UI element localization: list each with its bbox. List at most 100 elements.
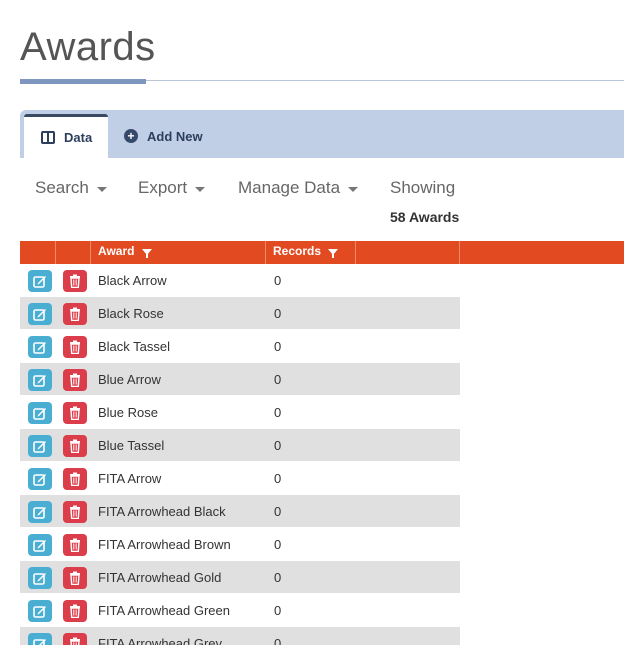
edit-icon — [33, 538, 47, 552]
records-cell: 0 — [274, 273, 282, 288]
delete-button[interactable] — [63, 402, 87, 424]
edit-button[interactable] — [28, 567, 52, 589]
chevron-down-icon — [348, 187, 359, 192]
edit-icon — [33, 439, 47, 453]
edit-icon — [33, 505, 47, 519]
edit-button[interactable] — [28, 534, 52, 556]
edit-button[interactable] — [28, 600, 52, 622]
table-body: Black Arrow 0 Black Rose 0 Black Tassel 0 Blue… — [20, 264, 624, 645]
table-row: FITA Arrowhead Brown 0 — [20, 528, 460, 561]
delete-button[interactable] — [63, 303, 87, 325]
edit-button[interactable] — [28, 336, 52, 358]
manage-data-menu-label: Manage Data — [238, 178, 341, 197]
tab-data[interactable]: Data — [24, 114, 108, 166]
award-cell: FITA Arrow — [98, 471, 162, 486]
award-cell: Black Rose — [98, 306, 164, 321]
tab-bar: Data + Add New — [20, 110, 624, 166]
records-cell: 0 — [274, 537, 282, 552]
plus-circle-icon: + — [124, 129, 138, 143]
edit-button[interactable] — [28, 303, 52, 325]
edit-button[interactable] — [28, 435, 52, 457]
tab-add-new-label: Add New — [147, 128, 203, 144]
table-row: FITA Arrow 0 — [20, 462, 460, 495]
trash-icon — [69, 538, 81, 552]
trash-icon — [69, 307, 81, 321]
records-cell: 0 — [274, 570, 282, 585]
award-cell: FITA Arrowhead Grey — [98, 636, 223, 645]
table-row: Black Tassel 0 — [20, 330, 460, 363]
table-row: FITA Arrowhead Black 0 — [20, 495, 460, 528]
edit-button[interactable] — [28, 369, 52, 391]
delete-button[interactable] — [63, 633, 87, 645]
delete-button[interactable] — [63, 336, 87, 358]
header-spacer — [356, 241, 460, 264]
delete-button[interactable] — [63, 369, 87, 391]
table-row: Black Rose 0 — [20, 297, 460, 330]
edit-button[interactable] — [28, 402, 52, 424]
trash-icon — [69, 340, 81, 354]
tab-data-label: Data — [64, 130, 93, 145]
table-row: Blue Rose 0 — [20, 396, 460, 429]
delete-button[interactable] — [63, 501, 87, 523]
award-cell: FITA Arrowhead Black — [98, 504, 226, 519]
award-cell: Blue Tassel — [98, 438, 165, 453]
records-cell: 0 — [274, 405, 282, 420]
trash-icon — [69, 604, 81, 618]
edit-icon — [33, 472, 47, 486]
header-records-label: Records — [273, 244, 322, 258]
records-cell: 0 — [274, 603, 282, 618]
delete-button[interactable] — [63, 468, 87, 490]
edit-icon — [33, 307, 47, 321]
search-menu[interactable]: Search — [35, 178, 107, 198]
award-cell: FITA Arrowhead Brown — [98, 537, 231, 552]
award-cell: Blue Rose — [98, 405, 158, 420]
edit-button[interactable] — [28, 501, 52, 523]
header-award-label: Award — [98, 244, 135, 258]
table-row: FITA Arrowhead Gold 0 — [20, 561, 460, 594]
award-cell: Black Arrow — [98, 273, 167, 288]
header-award[interactable]: Award — [91, 241, 266, 264]
showing-label-text: Showing — [390, 178, 456, 197]
delete-button[interactable] — [63, 600, 87, 622]
records-cell: 0 — [274, 471, 282, 486]
filter-icon[interactable] — [141, 248, 152, 258]
header-records[interactable]: Records — [266, 241, 356, 264]
active-tab-caret — [38, 158, 60, 166]
trash-icon — [69, 472, 81, 486]
edit-icon — [33, 373, 47, 387]
export-menu[interactable]: Export — [138, 178, 206, 198]
showing-count: 58 Awards — [390, 209, 460, 225]
columns-icon — [41, 131, 55, 144]
manage-data-menu[interactable]: Manage Data — [238, 178, 359, 198]
records-cell: 0 — [274, 438, 282, 453]
award-cell: Black Tassel — [98, 339, 171, 354]
page-title: Awards — [20, 25, 156, 69]
records-cell: 0 — [274, 372, 282, 387]
edit-button[interactable] — [28, 270, 52, 292]
records-cell: 0 — [274, 636, 282, 645]
edit-icon — [33, 340, 47, 354]
records-cell: 0 — [274, 339, 282, 354]
edit-icon — [33, 274, 47, 288]
delete-button[interactable] — [63, 270, 87, 292]
records-cell: 0 — [274, 306, 282, 321]
trash-icon — [69, 274, 81, 288]
table-row: Blue Tassel 0 — [20, 429, 460, 462]
edit-icon — [33, 637, 47, 645]
trash-icon — [69, 406, 81, 420]
delete-button[interactable] — [63, 435, 87, 457]
award-cell: Blue Arrow — [98, 372, 161, 387]
edit-icon — [33, 604, 47, 618]
edit-icon — [33, 406, 47, 420]
trash-icon — [69, 439, 81, 453]
delete-button[interactable] — [63, 534, 87, 556]
tab-add-new[interactable]: + Add New — [124, 114, 203, 158]
awards-table: Award Records Black Arrow 0 Black Rose 0 Bla… — [20, 241, 624, 645]
filter-icon[interactable] — [328, 248, 339, 258]
table-row: Blue Arrow 0 — [20, 363, 460, 396]
delete-button[interactable] — [63, 567, 87, 589]
edit-button[interactable] — [28, 468, 52, 490]
edit-button[interactable] — [28, 633, 52, 645]
award-cell: FITA Arrowhead Gold — [98, 570, 222, 585]
search-menu-label: Search — [35, 178, 89, 197]
